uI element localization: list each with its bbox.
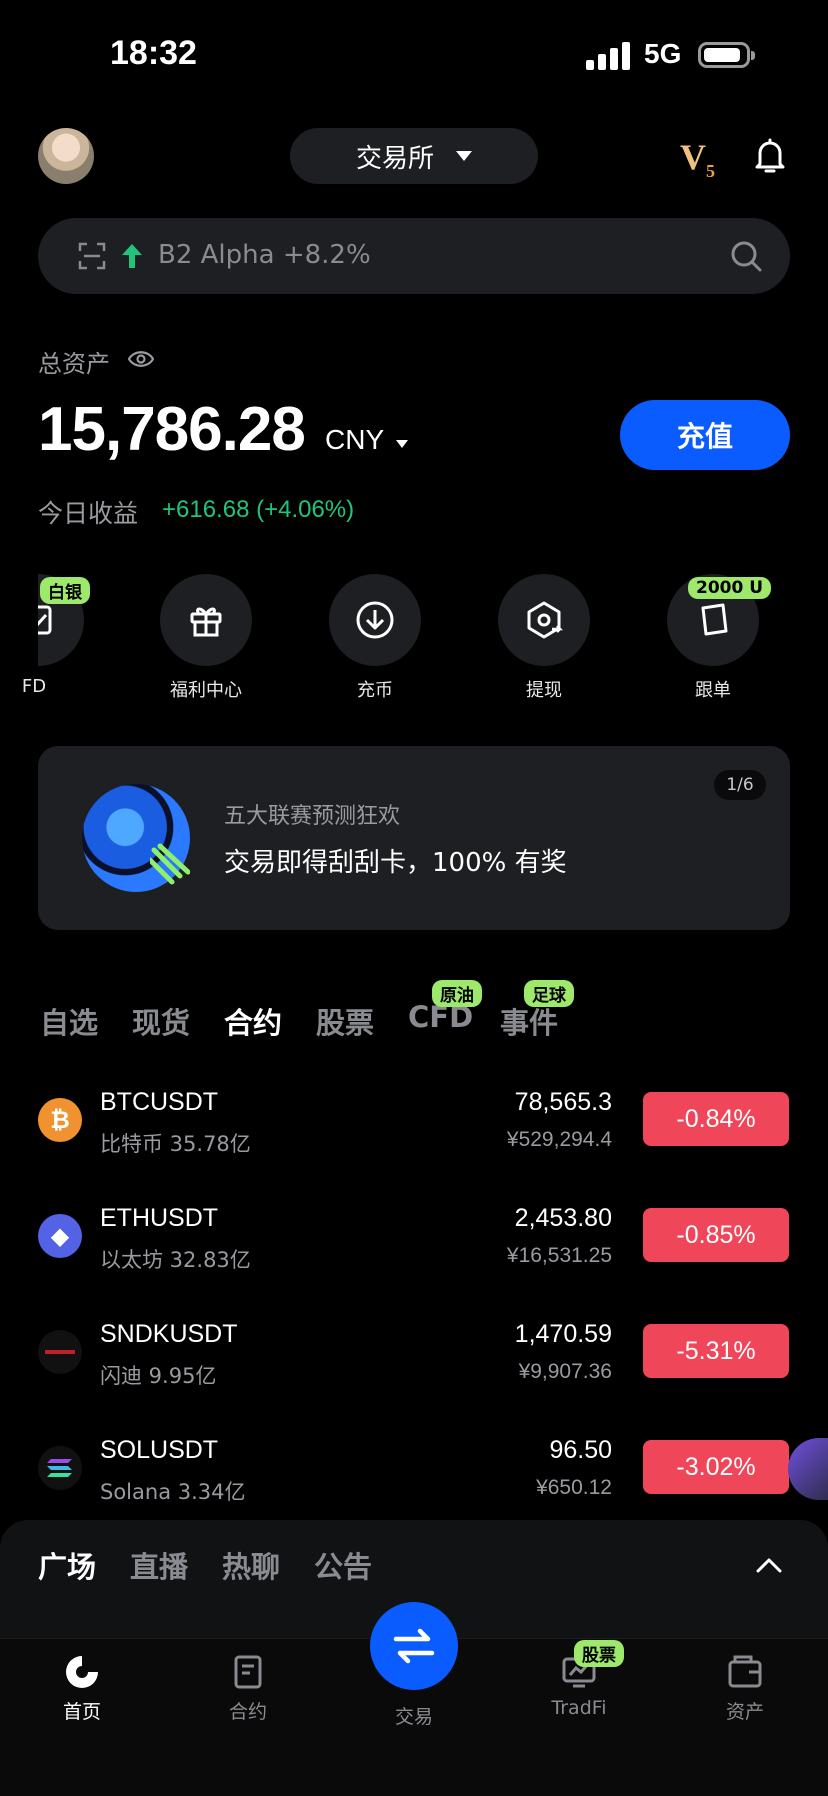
tab-tag: 足球: [524, 980, 574, 1007]
quick-action-withdraw[interactable]: [498, 574, 590, 666]
tab-tag: 原油: [432, 980, 482, 1007]
change-badge[interactable]: -0.85%: [643, 1208, 789, 1262]
copy-trade-icon: [701, 603, 728, 636]
cny-price: ¥9,907.36: [518, 1360, 612, 1383]
market-row-sol[interactable]: SOLUSDT Solana 3.34亿 96.50 ¥650.12 -3.02…: [0, 1434, 828, 1514]
exchange-label: 交易所: [355, 143, 434, 174]
quick-action-label: 提现: [526, 680, 562, 701]
tab-stocks[interactable]: 股票: [316, 1000, 374, 1042]
symbol: SNDKUSDT: [100, 1320, 238, 1348]
arrow-up-icon: [122, 244, 142, 268]
avatar[interactable]: [38, 128, 94, 184]
tab-square[interactable]: 广场: [38, 1544, 96, 1586]
tab-announcements[interactable]: 公告: [314, 1544, 372, 1586]
banner-subtitle: 五大联赛预测狂欢: [224, 804, 401, 829]
gift-icon: [190, 607, 222, 637]
vip-badge[interactable]: V5: [680, 136, 715, 182]
market-row-sndk[interactable]: SNDKUSDT 闪迪 9.95亿 1,470.59 ¥9,907.36 -5.…: [0, 1318, 828, 1422]
change-badge[interactable]: -5.31%: [643, 1324, 789, 1378]
nav-assets[interactable]: 资产: [685, 1652, 805, 1724]
last-price: 1,470.59: [514, 1320, 612, 1348]
quick-action-tag: 2000 U: [688, 577, 772, 599]
bell-icon[interactable]: [752, 136, 788, 176]
quick-action-label: 福利中心: [170, 680, 242, 701]
today-pnl-label: 今日收益: [38, 499, 139, 528]
swap-arrows-icon: [393, 1628, 435, 1664]
tab-futures[interactable]: 合约: [224, 1000, 282, 1042]
today-pnl-value: +616.68 (+4.06%): [162, 496, 355, 523]
btc-icon: ₿: [38, 1098, 82, 1142]
home-icon: [66, 1656, 98, 1688]
caret-down-icon[interactable]: [396, 440, 408, 448]
quick-action-label: FD: [21, 676, 47, 697]
total-assets-label: 总资产: [38, 350, 110, 378]
coin-name: 以太坊 32.83亿: [100, 1248, 251, 1272]
symbol: BTCUSDT: [100, 1088, 219, 1116]
quick-action-label: 充币: [357, 680, 393, 701]
cny-price: ¥16,531.25: [506, 1244, 612, 1267]
last-price: 78,565.3: [514, 1088, 612, 1116]
nav-label: 首页: [62, 1701, 101, 1723]
currency-selector[interactable]: CNY: [325, 424, 384, 456]
nav-label: TradFi: [551, 1697, 607, 1719]
scan-icon[interactable]: [78, 242, 106, 270]
coin-name: Solana 3.34亿: [100, 1480, 246, 1504]
market-row-eth[interactable]: ◆ ETHUSDT 以太坊 32.83亿 2,453.80 ¥16,531.25…: [0, 1202, 828, 1306]
tab-favorites[interactable]: 自选: [40, 1000, 98, 1042]
last-price: 2,453.80: [514, 1204, 612, 1232]
eth-icon: ◆: [38, 1214, 82, 1258]
coin-name: 闪迪 9.95亿: [100, 1364, 217, 1388]
nav-contract[interactable]: 合约: [188, 1652, 308, 1724]
nav-home[interactable]: 首页: [22, 1652, 142, 1724]
search-bar[interactable]: [38, 218, 790, 294]
sndk-icon: [38, 1330, 82, 1374]
search-icon[interactable]: [730, 240, 762, 272]
nav-label: 资产: [725, 1701, 764, 1723]
deposit-button[interactable]: 充值: [620, 400, 790, 470]
change-badge[interactable]: -3.02%: [643, 1440, 789, 1494]
download-icon: [356, 601, 394, 639]
quick-action-deposit-crypto[interactable]: [329, 574, 421, 666]
quick-action-tag: 白银: [40, 577, 90, 604]
exchange-switcher[interactable]: 交易所: [290, 128, 538, 184]
nav-tag: 股票: [574, 1640, 624, 1667]
coin-name: 比特币 35.78亿: [100, 1132, 251, 1156]
chevron-up-icon[interactable]: [756, 1556, 782, 1574]
nav-trade-label[interactable]: 交易: [354, 1702, 474, 1729]
nav-label: 合约: [228, 1701, 267, 1723]
chevron-down-icon: [456, 151, 472, 161]
trade-button[interactable]: [370, 1602, 458, 1690]
tab-live[interactable]: 直播: [130, 1544, 188, 1586]
banner-title: 交易即得刮刮卡，100% 有奖: [224, 848, 567, 878]
contract-icon: [234, 1655, 262, 1689]
cny-price: ¥529,294.4: [506, 1128, 612, 1151]
banner-pager: 1/6: [714, 770, 766, 800]
total-balance: 15,786.28: [38, 395, 306, 464]
last-price: 96.50: [549, 1436, 612, 1464]
withdraw-icon: [527, 601, 564, 639]
market-row-btc[interactable]: ₿ BTCUSDT 比特币 35.78亿 78,565.3 ¥529,294.4…: [0, 1086, 828, 1190]
signal-icon: [586, 42, 630, 70]
quick-action-label: 跟单: [695, 680, 731, 701]
status-time: 18:32: [110, 34, 197, 72]
tab-hot-chat[interactable]: 热聊: [222, 1544, 280, 1586]
tab-spot[interactable]: 现货: [132, 1000, 190, 1042]
symbol: SOLUSDT: [100, 1436, 219, 1464]
search-input[interactable]: B2 Alpha +8.2%: [158, 240, 371, 270]
quick-action-rewards[interactable]: [160, 574, 252, 666]
eye-icon[interactable]: [128, 349, 154, 369]
symbol: ETHUSDT: [100, 1204, 219, 1232]
cny-price: ¥650.12: [536, 1476, 612, 1499]
battery-icon: [698, 42, 755, 68]
change-badge[interactable]: -0.84%: [643, 1092, 789, 1146]
speed-lines-icon: [150, 843, 190, 885]
sol-icon: [38, 1446, 82, 1490]
wallet-icon: [728, 1655, 762, 1688]
network-label: 5G: [644, 38, 682, 69]
